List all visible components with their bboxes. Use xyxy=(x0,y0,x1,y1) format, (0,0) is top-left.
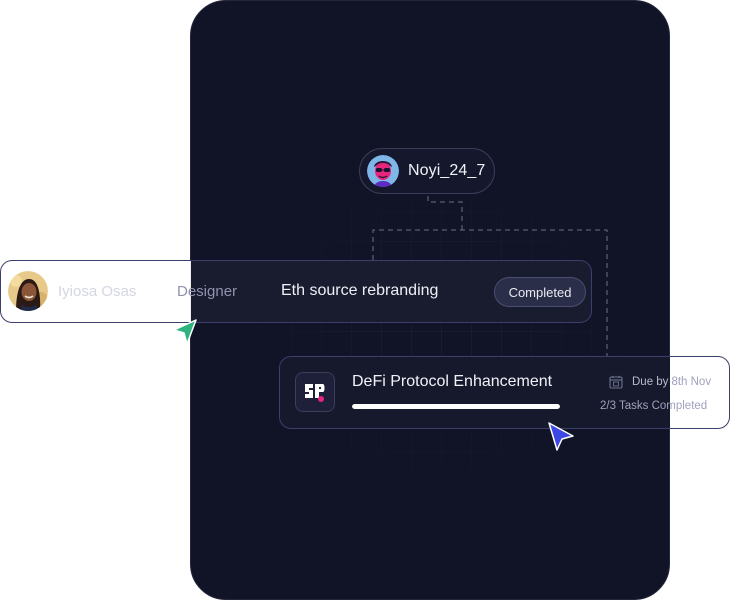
sp-logo-icon xyxy=(295,372,335,412)
member-name: Iyiosa Osas xyxy=(58,283,137,300)
stage: Noyi_24_7 Iyiosa Osas Designer Eth sourc… xyxy=(0,0,750,600)
due-date: 8th Nov xyxy=(671,376,712,388)
person-photo-avatar xyxy=(8,271,48,311)
member-project: Eth source rebranding xyxy=(281,282,439,299)
progress-bar-fill xyxy=(352,404,560,409)
team-member-row[interactable]: Iyiosa Osas Designer Eth source rebrandi… xyxy=(0,260,592,323)
due-info: Due by 8th Nov xyxy=(609,375,711,389)
cartoon-avatar-icon xyxy=(367,155,399,187)
status-badge: Completed xyxy=(494,277,586,307)
grid-background xyxy=(231,151,651,511)
due-label: Due by xyxy=(632,376,669,388)
task-card[interactable]: DeFi Protocol Enhancement Due by 8th Nov… xyxy=(279,356,730,429)
calendar-icon xyxy=(609,375,623,389)
task-title: DeFi Protocol Enhancement xyxy=(352,373,553,390)
username-label: Noyi_24_7 xyxy=(408,162,486,179)
green-pointer-cursor-icon xyxy=(173,319,197,345)
blue-pointer-cursor-icon xyxy=(548,422,574,451)
tasks-completed-label: 2/3 Tasks Completed xyxy=(600,400,708,412)
member-role: Designer xyxy=(177,283,238,300)
progress-bar xyxy=(352,404,560,409)
user-pill[interactable]: Noyi_24_7 xyxy=(359,148,495,194)
